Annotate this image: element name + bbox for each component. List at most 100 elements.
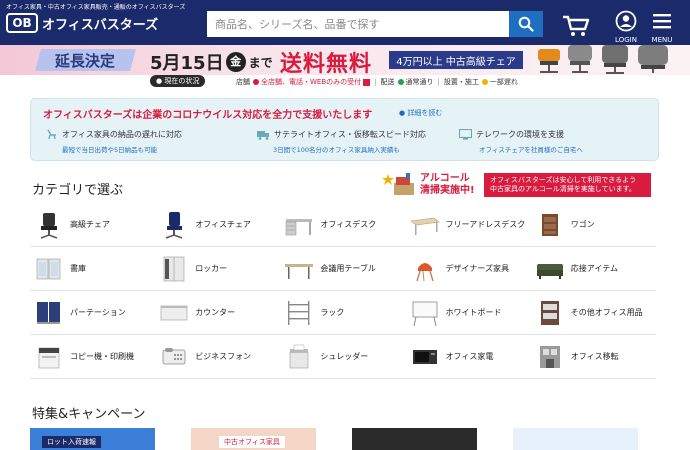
spray-icon xyxy=(382,173,414,195)
relocation-icon xyxy=(539,345,560,368)
logo-mark: OB xyxy=(6,13,38,33)
category-rack[interactable]: ラック xyxy=(280,291,405,334)
site-header: オフィス家具・中古オフィス家具販売・通販のオフィスバスターズ OB オフィスバス… xyxy=(0,0,690,45)
corona-support-notice: オフィスバスターズは企業のコロナウイルス対応を全力で支援いたします ● 詳細を読… xyxy=(30,98,659,161)
search-icon xyxy=(518,16,534,32)
menu-label: MENU xyxy=(651,36,673,44)
category-reception[interactable]: 応接アイテム xyxy=(531,247,656,290)
copier-icon xyxy=(38,347,60,368)
category-copier[interactable]: コピー機・印刷機 xyxy=(30,335,155,378)
banner-date: 5月15日 金 まで xyxy=(150,52,273,74)
cart-icon[interactable] xyxy=(561,14,591,38)
search-bar xyxy=(207,11,543,37)
banner-extension-badge: 延長決定 xyxy=(35,49,136,71)
site-logo[interactable]: OB オフィスバスターズ xyxy=(6,13,158,33)
locker-icon xyxy=(163,256,185,281)
feature-card-3[interactable] xyxy=(352,428,477,450)
shelf-icon xyxy=(540,300,559,325)
category-partition[interactable]: パーテーション xyxy=(30,291,155,334)
login-label: LOGIN xyxy=(615,36,637,44)
logo-text: オフィスバスターズ xyxy=(42,17,159,33)
category-row: 書庫 ロッカー 会議用テーブル デザイナーズ家具 応接アイテム xyxy=(30,247,656,291)
category-office-desk[interactable]: オフィスデスク xyxy=(280,203,405,246)
divider: | xyxy=(374,78,377,86)
status-strip: ● 現在の状況 店舗 全店舗、電話・WEBのみの受付 | 配送 通常通り | 設… xyxy=(0,75,690,89)
yellow-dot-icon xyxy=(481,79,488,85)
rack-icon xyxy=(288,300,310,325)
status-now-badge: ● 現在の状況 xyxy=(150,75,206,87)
category-wagon[interactable]: ワゴン xyxy=(531,203,656,246)
notice-item-satellite[interactable]: サテライトオフィス・仮移転スピード対応 3日間で100名分のオフィス家具納入実績… xyxy=(257,129,457,154)
campaign-banner[interactable]: 延長決定 5月15日 金 まで 送料無料 4万円以上 中古高級チェア xyxy=(0,45,690,75)
chairs-image xyxy=(538,45,668,74)
whiteboard-icon xyxy=(412,301,437,326)
chair-icon xyxy=(47,129,56,140)
user-icon xyxy=(615,10,637,32)
login-button[interactable]: LOGIN xyxy=(609,10,643,44)
banner-condition: 4万円以上 中古高級チェア xyxy=(389,51,523,69)
divider: | xyxy=(437,78,440,86)
header-tagline: オフィス家具・中古オフィス家具販売・通販のオフィスバスターズ xyxy=(6,4,186,11)
category-whiteboard[interactable]: ホワイトボード xyxy=(406,291,531,334)
status-install-text: 一部遅れ xyxy=(489,78,518,86)
banner-free-shipping: 送料無料 xyxy=(280,52,373,75)
counter-icon xyxy=(160,305,188,320)
category-office-appliance[interactable]: オフィス家電 xyxy=(406,335,531,378)
category-business-phone[interactable]: ビジネスフォン xyxy=(155,335,280,378)
category-locker[interactable]: ロッカー xyxy=(155,247,280,290)
partition-icon xyxy=(37,301,60,324)
designer-chair-icon xyxy=(415,262,434,281)
features-section-title: 特集&キャンペーン xyxy=(32,407,146,422)
long-table-icon xyxy=(409,217,440,235)
feature-card-used[interactable]: 中古オフィス家具 xyxy=(191,428,316,450)
red-dot-icon xyxy=(253,79,259,85)
notice-title: オフィスバスターズは企業のコロナウイルス対応を全力で支援いたします xyxy=(43,110,373,121)
status-delivery-text: 通常通り xyxy=(405,78,434,86)
external-link-icon[interactable] xyxy=(363,78,371,86)
green-dot-icon xyxy=(397,79,404,85)
menu-button[interactable]: MENU xyxy=(645,10,679,44)
search-button[interactable] xyxy=(509,11,543,37)
category-row: 高級チェア オフィスチェア オフィスデスク フリーアドレスデスク ワゴン xyxy=(30,203,656,247)
phone-icon xyxy=(162,347,186,364)
status-store-label: 店舗 xyxy=(236,78,250,86)
category-cabinet[interactable]: 書庫 xyxy=(30,247,155,290)
feature-card-lot[interactable]: ロット入荷速報 xyxy=(30,428,155,450)
alcohol-cleaning-badge: アルコール 清掃実施中! xyxy=(380,171,480,199)
category-office-relocation[interactable]: オフィス移転 xyxy=(531,335,656,378)
category-grid: 高級チェア オフィスチェア オフィスデスク フリーアドレスデスク ワゴン 書庫 … xyxy=(30,203,656,379)
shredder-icon xyxy=(290,344,309,368)
notice-item-telework[interactable]: テレワークの環境を支援 オフィスチェアを社員様のご自宅へ xyxy=(459,129,659,154)
status-install-label: 設置・施工 xyxy=(443,78,479,86)
status-delivery-label: 配送 xyxy=(380,78,395,86)
notice-item-delivery[interactable]: オフィス家具の納品の遅れに対応 最短で当日出荷や5日納品も可能 xyxy=(45,129,245,154)
category-counter[interactable]: カウンター xyxy=(155,291,280,334)
category-meeting-table[interactable]: 会議用テーブル xyxy=(280,247,405,290)
microwave-icon xyxy=(412,349,437,364)
category-office-chair[interactable]: オフィスチェア xyxy=(155,203,280,246)
desk-icon xyxy=(286,218,313,235)
category-luxury-chair[interactable]: 高級チェア xyxy=(30,203,155,246)
hamburger-icon xyxy=(653,14,671,29)
cabinet-icon xyxy=(36,258,61,279)
truck-icon xyxy=(257,131,269,140)
luxury-chair-icon xyxy=(40,212,58,239)
category-section-title: カテゴリで選ぶ xyxy=(32,183,124,198)
category-row: コピー機・印刷機 ビジネスフォン シュレッダー オフィス家電 オフィス移転 xyxy=(30,335,656,379)
category-free-address-desk[interactable]: フリーアドレスデスク xyxy=(406,203,531,246)
category-shredder[interactable]: シュレッダー xyxy=(280,335,405,378)
category-other-supplies[interactable]: その他オフィス用品 xyxy=(531,291,656,334)
status-store-text: 全店舗、電話・WEBのみの受付 xyxy=(261,78,362,86)
wagon-icon xyxy=(541,213,558,236)
category-designer-furniture[interactable]: デザイナーズ家具 xyxy=(406,247,531,290)
meeting-table-icon xyxy=(285,263,314,279)
alcohol-cleaning-text: アルコール 清掃実施中! xyxy=(420,173,475,196)
office-chair-icon xyxy=(165,211,183,239)
feature-card-4[interactable] xyxy=(513,428,638,450)
alcohol-cleaning-notice: オフィスバスターズは安心して利用できるよう 中古家具のアルコール清掃を実施していま… xyxy=(484,173,651,197)
banner-weekday: 金 xyxy=(225,52,246,72)
sofa-icon xyxy=(536,263,563,279)
search-input[interactable] xyxy=(207,11,509,37)
category-row: パーテーション カウンター ラック ホワイトボード その他オフィス用品 xyxy=(30,291,656,335)
notice-detail-link[interactable]: ● 詳細を読む xyxy=(399,108,442,118)
